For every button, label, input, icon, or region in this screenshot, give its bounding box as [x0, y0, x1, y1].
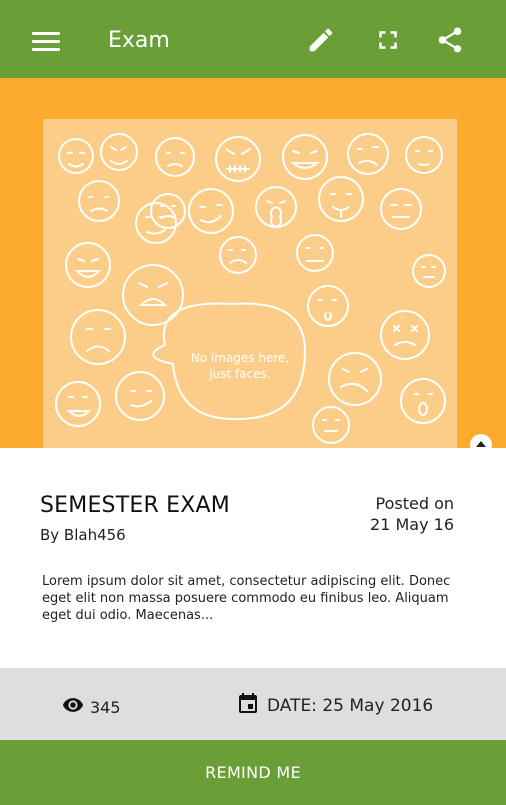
- posted-label: Posted on: [375, 494, 455, 513]
- view-count: 345: [62, 696, 121, 718]
- share-icon[interactable]: [435, 25, 465, 55]
- menu-icon[interactable]: [30, 29, 62, 53]
- edit-icon[interactable]: [306, 25, 336, 55]
- posted-info: Posted on 21 May 16: [370, 493, 454, 535]
- eye-icon: [62, 694, 84, 720]
- posted-date: 21 May 16: [370, 515, 454, 534]
- event-date: DATE: 25 May 2016: [236, 692, 434, 720]
- event-date-text: DATE: 25 May 2016: [267, 696, 434, 716]
- post-author: By Blah456: [40, 526, 126, 544]
- fullscreen-icon[interactable]: [373, 25, 403, 55]
- remind-me-button[interactable]: REMIND ME: [0, 740, 506, 805]
- image-placeholder: No images here, just faces.: [43, 119, 457, 448]
- app-bar: Exam: [0, 0, 506, 78]
- post-title: SEMESTER EXAM: [40, 493, 230, 518]
- page-title: Exam: [108, 28, 170, 53]
- placeholder-text: No images here, just faces.: [190, 351, 290, 381]
- calendar-icon: [236, 692, 260, 720]
- view-count-value: 345: [90, 697, 121, 717]
- doodle-faces-illustration: [55, 133, 446, 444]
- stats-bar: 345 DATE: 25 May 2016: [0, 668, 506, 740]
- hero-banner: No images here, just faces.: [0, 78, 506, 448]
- post-description: Lorem ipsum dolor sit amet, consectetur …: [42, 574, 451, 623]
- post-card: SEMESTER EXAM By Blah456 Posted on 21 Ma…: [0, 448, 506, 668]
